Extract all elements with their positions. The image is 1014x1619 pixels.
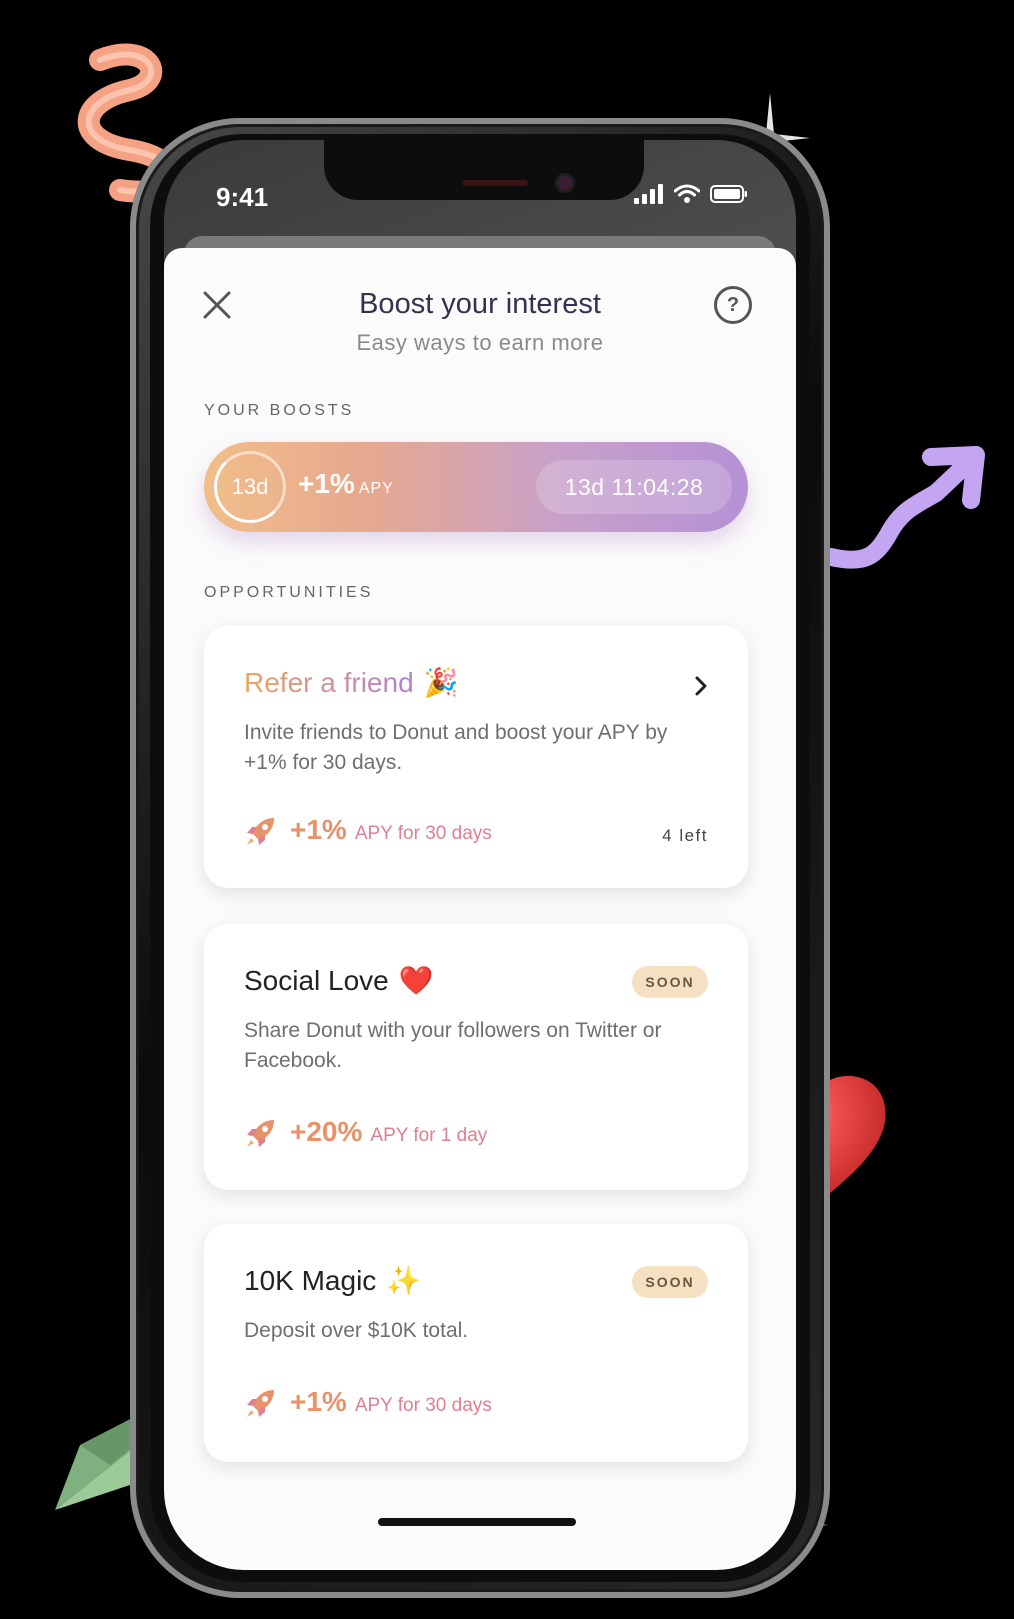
phone-screen: 9:41 Boost your interest Easy ways to ea… xyxy=(164,140,796,1570)
rocket-icon xyxy=(247,818,274,845)
card-reward: +1% APY for 30 days xyxy=(244,814,492,848)
reward-text: APY for 1 day xyxy=(370,1125,488,1146)
arrow-decoration xyxy=(826,446,985,569)
rocket-icon xyxy=(247,1390,274,1417)
party-icon: 🎉 xyxy=(423,667,459,698)
boost-sheet: Boost your interest Easy ways to earn mo… xyxy=(164,248,796,1570)
boost-unit: APY xyxy=(358,480,394,497)
reward-text: APY for 30 days xyxy=(354,1395,492,1416)
card-reward: +20% APY for 1 day xyxy=(244,1116,487,1150)
active-boost[interactable]: 13d +1% APY 13d 11:04:28 xyxy=(204,442,748,532)
opportunity-card-refer[interactable]: Refer a friend 🎉 Invite friends to Donut… xyxy=(204,626,748,888)
card-title: 10K Magic ✨ xyxy=(244,1264,421,1297)
card-description: Invite friends to Donut and boost your A… xyxy=(244,721,668,774)
reward-text: APY for 30 days xyxy=(354,823,492,844)
card-title: Social Love ❤️ xyxy=(244,964,434,997)
card-title-text: 10K Magic xyxy=(244,1264,377,1296)
card-title-text: Social Love xyxy=(244,964,389,996)
status-badge: SOON xyxy=(632,966,708,998)
boost-percent: +1% APY xyxy=(298,468,394,500)
status-icons xyxy=(634,184,748,204)
sparkles-icon: ✨ xyxy=(386,1265,422,1296)
rocket-icon xyxy=(247,1120,274,1147)
help-button[interactable]: ? xyxy=(714,286,752,324)
front-camera xyxy=(558,176,572,190)
card-description: Deposit over $10K total. xyxy=(244,1319,469,1342)
section-label-opportunities: OPPORTUNITIES xyxy=(204,584,374,601)
battery-icon xyxy=(710,185,747,203)
heart-icon: ❤️ xyxy=(398,965,434,996)
reward-percent: +20% xyxy=(290,1116,363,1147)
wifi-icon xyxy=(674,184,700,203)
remaining-count: 4 left xyxy=(662,826,708,845)
home-indicator[interactable] xyxy=(378,1518,576,1526)
card-title-text: Refer a friend xyxy=(244,666,414,698)
card-reward: +1% APY for 30 days xyxy=(244,1386,492,1420)
opportunity-card-social[interactable]: Social Love ❤️ SOON Share Donut with you… xyxy=(204,924,748,1190)
reward-percent: +1% xyxy=(290,814,347,845)
card-description: Share Donut with your followers on Twitt… xyxy=(244,1019,662,1072)
status-badge: SOON xyxy=(632,1266,708,1298)
page-title: Boost your interest xyxy=(359,288,601,320)
opportunity-card-10k[interactable]: 10K Magic ✨ SOON Deposit over $10K total… xyxy=(204,1224,748,1462)
boost-ring: 13d xyxy=(214,451,286,523)
page-subtitle: Easy ways to earn more xyxy=(356,330,604,355)
signal-icon xyxy=(634,184,663,204)
boost-timer: 13d 11:04:28 xyxy=(536,460,732,514)
section-label-your-boosts: YOUR BOOSTS xyxy=(204,402,355,419)
chevron-right-icon[interactable] xyxy=(692,674,710,698)
card-title: Refer a friend 🎉 xyxy=(244,666,459,699)
speaker xyxy=(462,180,528,186)
phone-bezel: 9:41 Boost your interest Easy ways to ea… xyxy=(150,134,810,1582)
boost-percent-value: +1% xyxy=(298,468,355,499)
status-time: 9:41 xyxy=(216,182,269,212)
notch xyxy=(324,140,644,200)
reward-percent: +1% xyxy=(290,1386,347,1417)
